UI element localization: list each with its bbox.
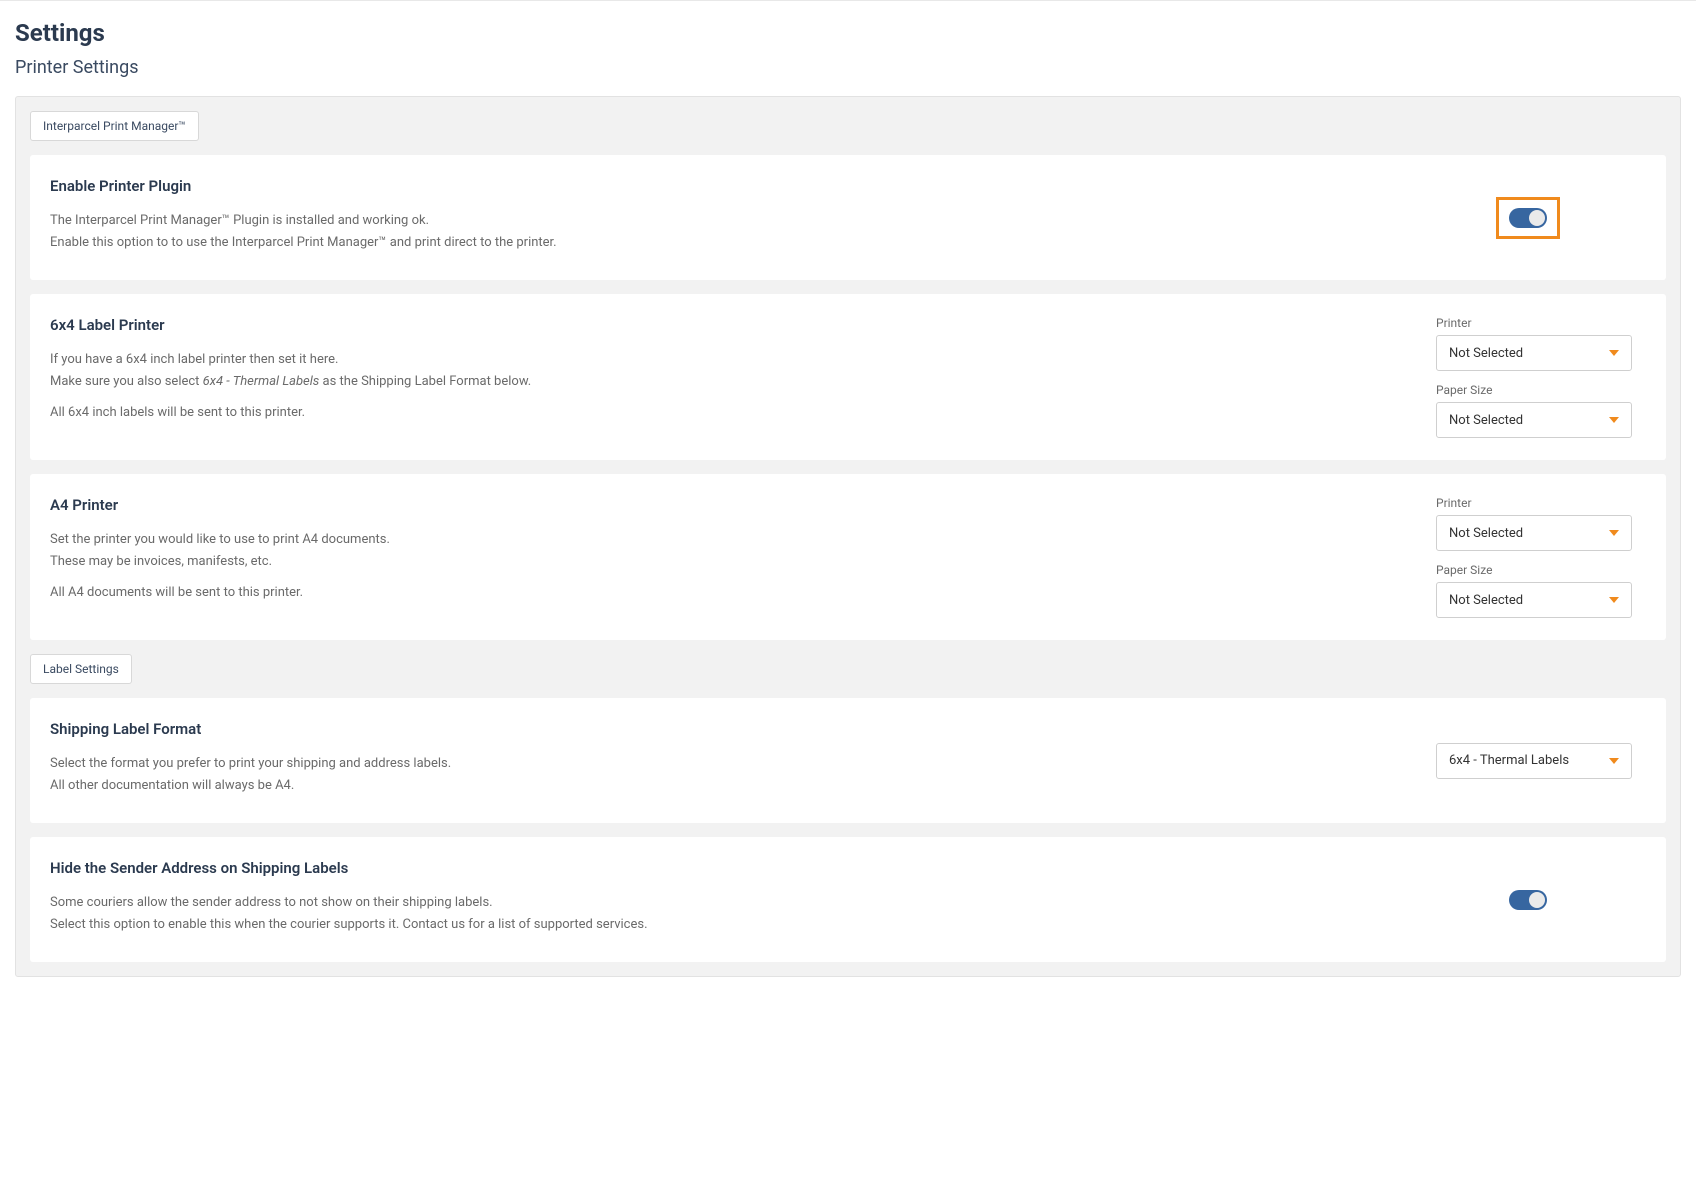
shipping-format-desc-1: Select the format you prefer to print yo… bbox=[50, 754, 1416, 774]
caret-down-icon bbox=[1609, 597, 1619, 603]
caret-down-icon bbox=[1609, 758, 1619, 764]
6x4-printer-label: Printer bbox=[1436, 316, 1646, 330]
6x4-desc-3: All 6x4 inch labels will be sent to this… bbox=[50, 403, 1416, 423]
enable-plugin-desc-2: Enable this option to to use the Interpa… bbox=[50, 233, 1416, 253]
card-a4-printer: A4 Printer Set the printer you would lik… bbox=[30, 474, 1666, 640]
a4-paper-select[interactable]: Not Selected bbox=[1436, 582, 1632, 618]
shipping-format-title: Shipping Label Format bbox=[50, 720, 1416, 738]
card-enable-plugin: Enable Printer Plugin The Interparcel Pr… bbox=[30, 155, 1666, 280]
6x4-paper-select[interactable]: Not Selected bbox=[1436, 402, 1632, 438]
enable-plugin-toggle[interactable] bbox=[1509, 208, 1547, 228]
hide-sender-toggle[interactable] bbox=[1509, 890, 1547, 910]
a4-paper-label: Paper Size bbox=[1436, 563, 1646, 577]
enable-plugin-desc-1: The Interparcel Print Manager™ Plugin is… bbox=[50, 211, 1416, 231]
highlight-box bbox=[1496, 197, 1560, 239]
a4-desc-3: All A4 documents will be sent to this pr… bbox=[50, 583, 1416, 603]
settings-page: Settings Printer Settings Interparcel Pr… bbox=[0, 0, 1696, 1007]
6x4-printer-select[interactable]: Not Selected bbox=[1436, 335, 1632, 371]
page-title: Settings bbox=[15, 19, 1681, 47]
enable-plugin-title: Enable Printer Plugin bbox=[50, 177, 1416, 195]
a4-printer-select[interactable]: Not Selected bbox=[1436, 515, 1632, 551]
6x4-desc-2: Make sure you also select 6x4 - Thermal … bbox=[50, 372, 1416, 392]
settings-panel: Interparcel Print Manager™ Enable Printe… bbox=[15, 96, 1681, 977]
a4-printer-label: Printer bbox=[1436, 496, 1646, 510]
shipping-format-desc-2: All other documentation will always be A… bbox=[50, 776, 1416, 796]
6x4-paper-label: Paper Size bbox=[1436, 383, 1646, 397]
hide-sender-title: Hide the Sender Address on Shipping Labe… bbox=[50, 859, 1416, 877]
section-tag-label-settings: Label Settings bbox=[30, 654, 132, 684]
hide-sender-desc-1: Some couriers allow the sender address t… bbox=[50, 893, 1416, 913]
card-6x4-printer: 6x4 Label Printer If you have a 6x4 inch… bbox=[30, 294, 1666, 460]
6x4-desc-1: If you have a 6x4 inch label printer the… bbox=[50, 350, 1416, 370]
caret-down-icon bbox=[1609, 530, 1619, 536]
caret-down-icon bbox=[1609, 417, 1619, 423]
a4-desc-2: These may be invoices, manifests, etc. bbox=[50, 552, 1416, 572]
section-tag-print-manager: Interparcel Print Manager™ bbox=[30, 111, 199, 141]
a4-desc-1: Set the printer you would like to use to… bbox=[50, 530, 1416, 550]
card-shipping-format: Shipping Label Format Select the format … bbox=[30, 698, 1666, 823]
hide-sender-desc-2: Select this option to enable this when t… bbox=[50, 915, 1416, 935]
page-subtitle: Printer Settings bbox=[15, 57, 1681, 78]
caret-down-icon bbox=[1609, 350, 1619, 356]
card-hide-sender: Hide the Sender Address on Shipping Labe… bbox=[30, 837, 1666, 962]
shipping-format-select[interactable]: 6x4 - Thermal Labels bbox=[1436, 743, 1632, 779]
6x4-printer-title: 6x4 Label Printer bbox=[50, 316, 1416, 334]
a4-printer-title: A4 Printer bbox=[50, 496, 1416, 514]
